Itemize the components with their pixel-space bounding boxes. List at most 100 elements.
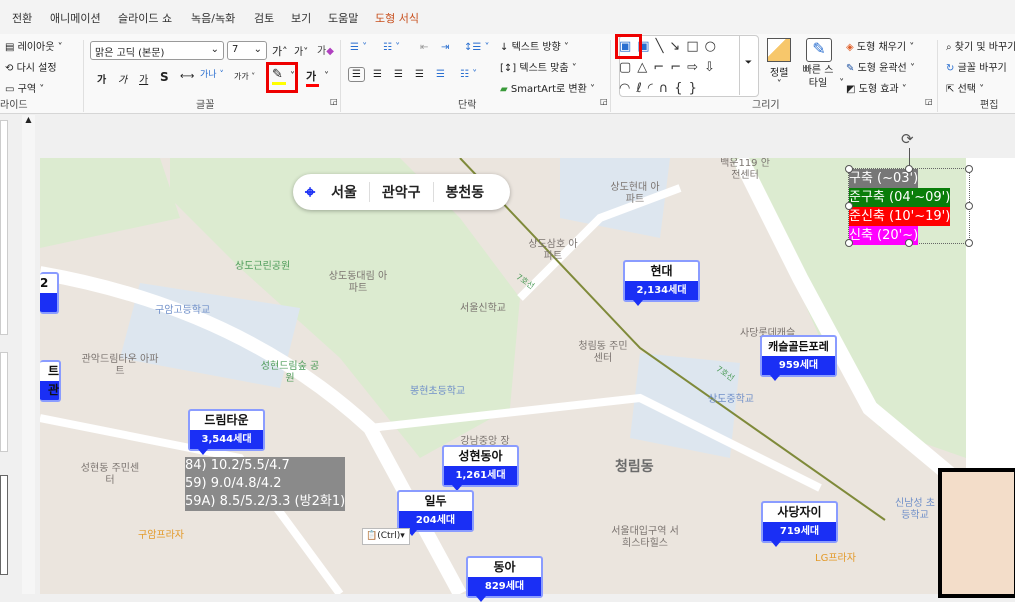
font-name-select[interactable]: 맑은 고딕 (본문) ⌄ [90,41,224,60]
tab-view[interactable]: 보기 [291,10,311,26]
increase-indent-button[interactable]: ⇥ [441,42,449,53]
oval-icon[interactable]: ○ [705,39,722,54]
replace-font-button[interactable]: ↻ 글꼴 바꾸기 [946,59,1007,74]
align-right-button[interactable]: ☰ [394,69,403,80]
reset-button[interactable]: ⟲ 다시 설정 [5,59,57,74]
align-center-button[interactable]: ☰ [373,69,382,80]
bold-button[interactable]: 가 [97,71,106,86]
apartment-marker[interactable]: 현대 2,134세대 [623,260,700,306]
note-line: 59) 9.0/4.8/4.2 [185,475,282,493]
align-left-button[interactable]: ☰ [348,67,365,82]
paste-options-button[interactable]: 📋(Ctrl)▾ [362,528,410,545]
right-arrow-icon[interactable]: ⇨ [687,60,704,75]
section-button[interactable]: ▭ 구역 ˅ [5,80,44,95]
apartment-marker[interactable]: 동아 829세대 [466,556,543,602]
line-spacing-button[interactable]: ↕☰ ˅ [464,42,490,53]
rotate-handle-icon[interactable]: ⟳ [901,130,914,148]
tab-recording[interactable]: 녹음/녹화 [191,10,235,26]
resize-handle[interactable] [845,239,853,247]
right-brace-icon[interactable]: } [689,81,703,96]
distribute-button[interactable]: ☰ [436,69,445,80]
line-icon[interactable]: ╲ [656,39,670,54]
clear-format-button[interactable]: 가◆ [317,42,334,57]
shape-fill-button[interactable]: ◈ 도형 채우기 ˅ [846,38,914,53]
arrange-button[interactable]: 정렬 ˅ [770,64,788,90]
left-brace-icon[interactable]: { [674,81,688,96]
map-location-breadcrumb[interactable]: ⌖ 서울 관악구 봉천동 [293,174,510,210]
apartment-marker-partial[interactable]: 2 [40,272,59,314]
shadow-button[interactable]: S [160,70,169,84]
curve-icon[interactable]: ∩ [659,81,675,96]
drawing-dialog-launcher[interactable]: ◲ [925,97,933,106]
strikethrough-icon[interactable]: ⟷ [180,71,194,82]
columns-button[interactable]: ☷ ˅ [460,69,477,80]
arrow-line-icon[interactable]: ↘ [669,39,686,54]
tab-help[interactable]: 도움말 [328,10,358,26]
quick-styles-button[interactable]: 빠른 스타일 ˅ [800,64,845,90]
shape-effects-button[interactable]: ◩ 도형 효과 ˅ [846,80,907,95]
rounded-rect-icon[interactable]: ▢ [619,60,637,75]
apartment-marker[interactable]: 성현동아 1,261세대 [442,445,519,491]
font-size-select[interactable]: 7 ⌄ [227,41,267,60]
change-case-button[interactable]: 가가 ˅ [234,71,255,82]
scroll-up-icon[interactable]: ▲ [22,115,35,124]
layout-button[interactable]: ▤ 레이아웃 ˅ [5,38,63,53]
grow-font-button[interactable]: 가˄ [272,43,288,59]
bullets-button[interactable]: ☰ ˅ [350,42,367,53]
thumbnail-scrollbar[interactable]: ▲ [22,115,35,594]
select-button[interactable]: ⇱ 선택 ˅ [946,80,984,95]
slide-thumbnail[interactable] [0,352,8,452]
apartment-marker[interactable]: 사당자이 719세대 [761,501,838,547]
slide-thumbnail[interactable] [0,120,8,335]
shapes-more-button[interactable]: ⏷ [739,36,757,95]
resize-handle[interactable] [965,202,973,210]
tab-review[interactable]: 검토 [254,10,274,26]
decrease-indent-button[interactable]: ⇤ [420,42,428,53]
scribble-icon[interactable]: ℓ [636,81,647,96]
tab-animations[interactable]: 애니메이션 [50,10,101,26]
text-direction-button[interactable]: ↓ 텍스트 방향 ˅ [500,38,569,53]
apartment-marker[interactable]: 드림타운 3,544세대 [188,409,265,455]
shape-outline-button[interactable]: ✎ 도형 윤곽선 ˅ [846,59,915,74]
arc-icon[interactable]: ◜ [648,81,659,96]
connector-icon[interactable]: ⌐ [653,60,670,75]
rectangle-icon[interactable]: □ [686,39,704,54]
paragraph-dialog-launcher[interactable]: ◲ [600,97,608,106]
resize-handle[interactable] [965,239,973,247]
char-spacing-button[interactable]: 가나 ˅ [200,67,224,80]
apartment-marker[interactable]: 일두 204세대 [397,490,474,536]
shrink-font-button[interactable]: 가˅ [294,43,308,58]
breadcrumb-dong[interactable]: 봉천동 [434,182,497,202]
location-crosshair-icon[interactable]: ⌖ [293,182,319,203]
connector-arrow-icon[interactable]: ⌐ [670,60,687,75]
apartment-marker[interactable]: 캐슬골든포레 959세대 [760,335,837,381]
resize-handle[interactable] [905,239,913,247]
breadcrumb-city[interactable]: 서울 [319,182,370,202]
underline-button[interactable]: 가 [139,71,148,86]
font-color-dropdown[interactable]: ˅ [324,71,329,82]
font-color-button[interactable]: 가 [306,68,319,87]
tab-slideshow[interactable]: 슬라이드 쇼 [118,10,172,26]
tab-transitions[interactable]: 전환 [12,10,32,26]
italic-button[interactable]: 가 [118,71,127,86]
legend-textbox-selected[interactable]: 구축 (~03') 준구축 (04'~09') 준신축 (10'~19') 신축… [848,168,970,245]
font-dialog-launcher[interactable]: ◲ [330,97,338,106]
slide-thumbnail[interactable] [0,475,8,575]
align-text-button[interactable]: [↕] 텍스트 맞춤 ˅ [500,59,577,74]
down-arrow-icon[interactable]: ⇩ [704,60,721,75]
smartart-button[interactable]: ▰ SmartArt로 변환 ˅ [500,80,595,95]
find-replace-button[interactable]: ⌕ 찾기 및 바꾸기 [946,38,1015,53]
tab-shape-format[interactable]: 도형 서식 [375,10,419,26]
unit-price-note[interactable]: 84) 10.2/5.5/4.7 59) 9.0/4.8/4.2 59A) 8.… [185,457,346,511]
numbering-button[interactable]: ☷ ˅ [383,42,400,53]
justify-button[interactable]: ☰ [415,69,424,80]
resize-handle[interactable] [845,165,853,173]
resize-handle[interactable] [845,202,853,210]
apartment-marker-partial[interactable]: 트관 [40,360,61,402]
breadcrumb-district[interactable]: 관악구 [370,182,434,202]
resize-handle[interactable] [905,165,913,173]
inset-map-frame[interactable] [938,468,1015,598]
resize-handle[interactable] [965,165,973,173]
freeform-icon[interactable]: ◠ [619,81,636,96]
triangle-icon[interactable]: △ [637,60,653,75]
